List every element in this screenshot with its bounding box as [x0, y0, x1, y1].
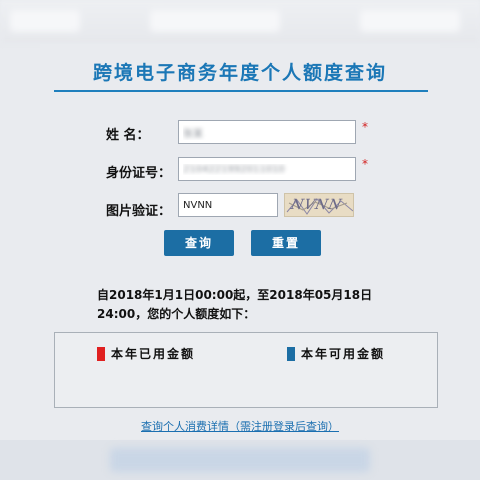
- captcha-field[interactable]: [178, 193, 278, 217]
- legend-used: 本年已用金额: [97, 345, 195, 362]
- title-divider: [54, 90, 428, 92]
- id-number-field[interactable]: [178, 157, 356, 181]
- id-number-label: 身份证号：: [106, 166, 172, 181]
- legend-available: 本年可用金额: [287, 345, 385, 362]
- captcha-image[interactable]: NVNN: [284, 193, 354, 217]
- captcha-label: 图片验证：: [106, 204, 172, 219]
- quota-period-text: 自2018年1月1日00:00起，至2018年05月18日 24:00，您的个人…: [97, 286, 397, 324]
- name-field[interactable]: [178, 120, 356, 144]
- required-mark: *: [362, 120, 368, 134]
- quota-period-line-2: 24:00，您的个人额度如下：: [97, 307, 256, 321]
- page-title: 跨境电子商务年度个人额度查询: [92, 62, 387, 84]
- name-label: 姓 名：: [106, 128, 150, 143]
- available-color-swatch: [287, 346, 295, 361]
- used-color-swatch: [97, 346, 105, 361]
- captcha-text: NVNN: [289, 197, 344, 213]
- consumption-details-link[interactable]: 查询个人消费详情（需注册登录后查询）: [40, 418, 440, 434]
- quota-query-page: 跨境电子商务年度个人额度查询 姓 名： * 身份证号： * 图片验证： NVNN…: [40, 44, 440, 440]
- blurred-top-bar: [0, 0, 480, 44]
- blurred-bottom-bar: [0, 440, 480, 480]
- reset-button[interactable]: 重置: [251, 230, 321, 256]
- required-mark: *: [362, 157, 368, 171]
- legend-used-label: 本年已用金额: [111, 347, 196, 361]
- quota-panel: 本年已用金额 本年可用金额: [54, 332, 438, 408]
- query-button[interactable]: 查询: [164, 230, 234, 256]
- quota-period-line-1: 自2018年1月1日00:00起，至2018年05月18日: [97, 288, 373, 302]
- legend-available-label: 本年可用金额: [301, 347, 386, 361]
